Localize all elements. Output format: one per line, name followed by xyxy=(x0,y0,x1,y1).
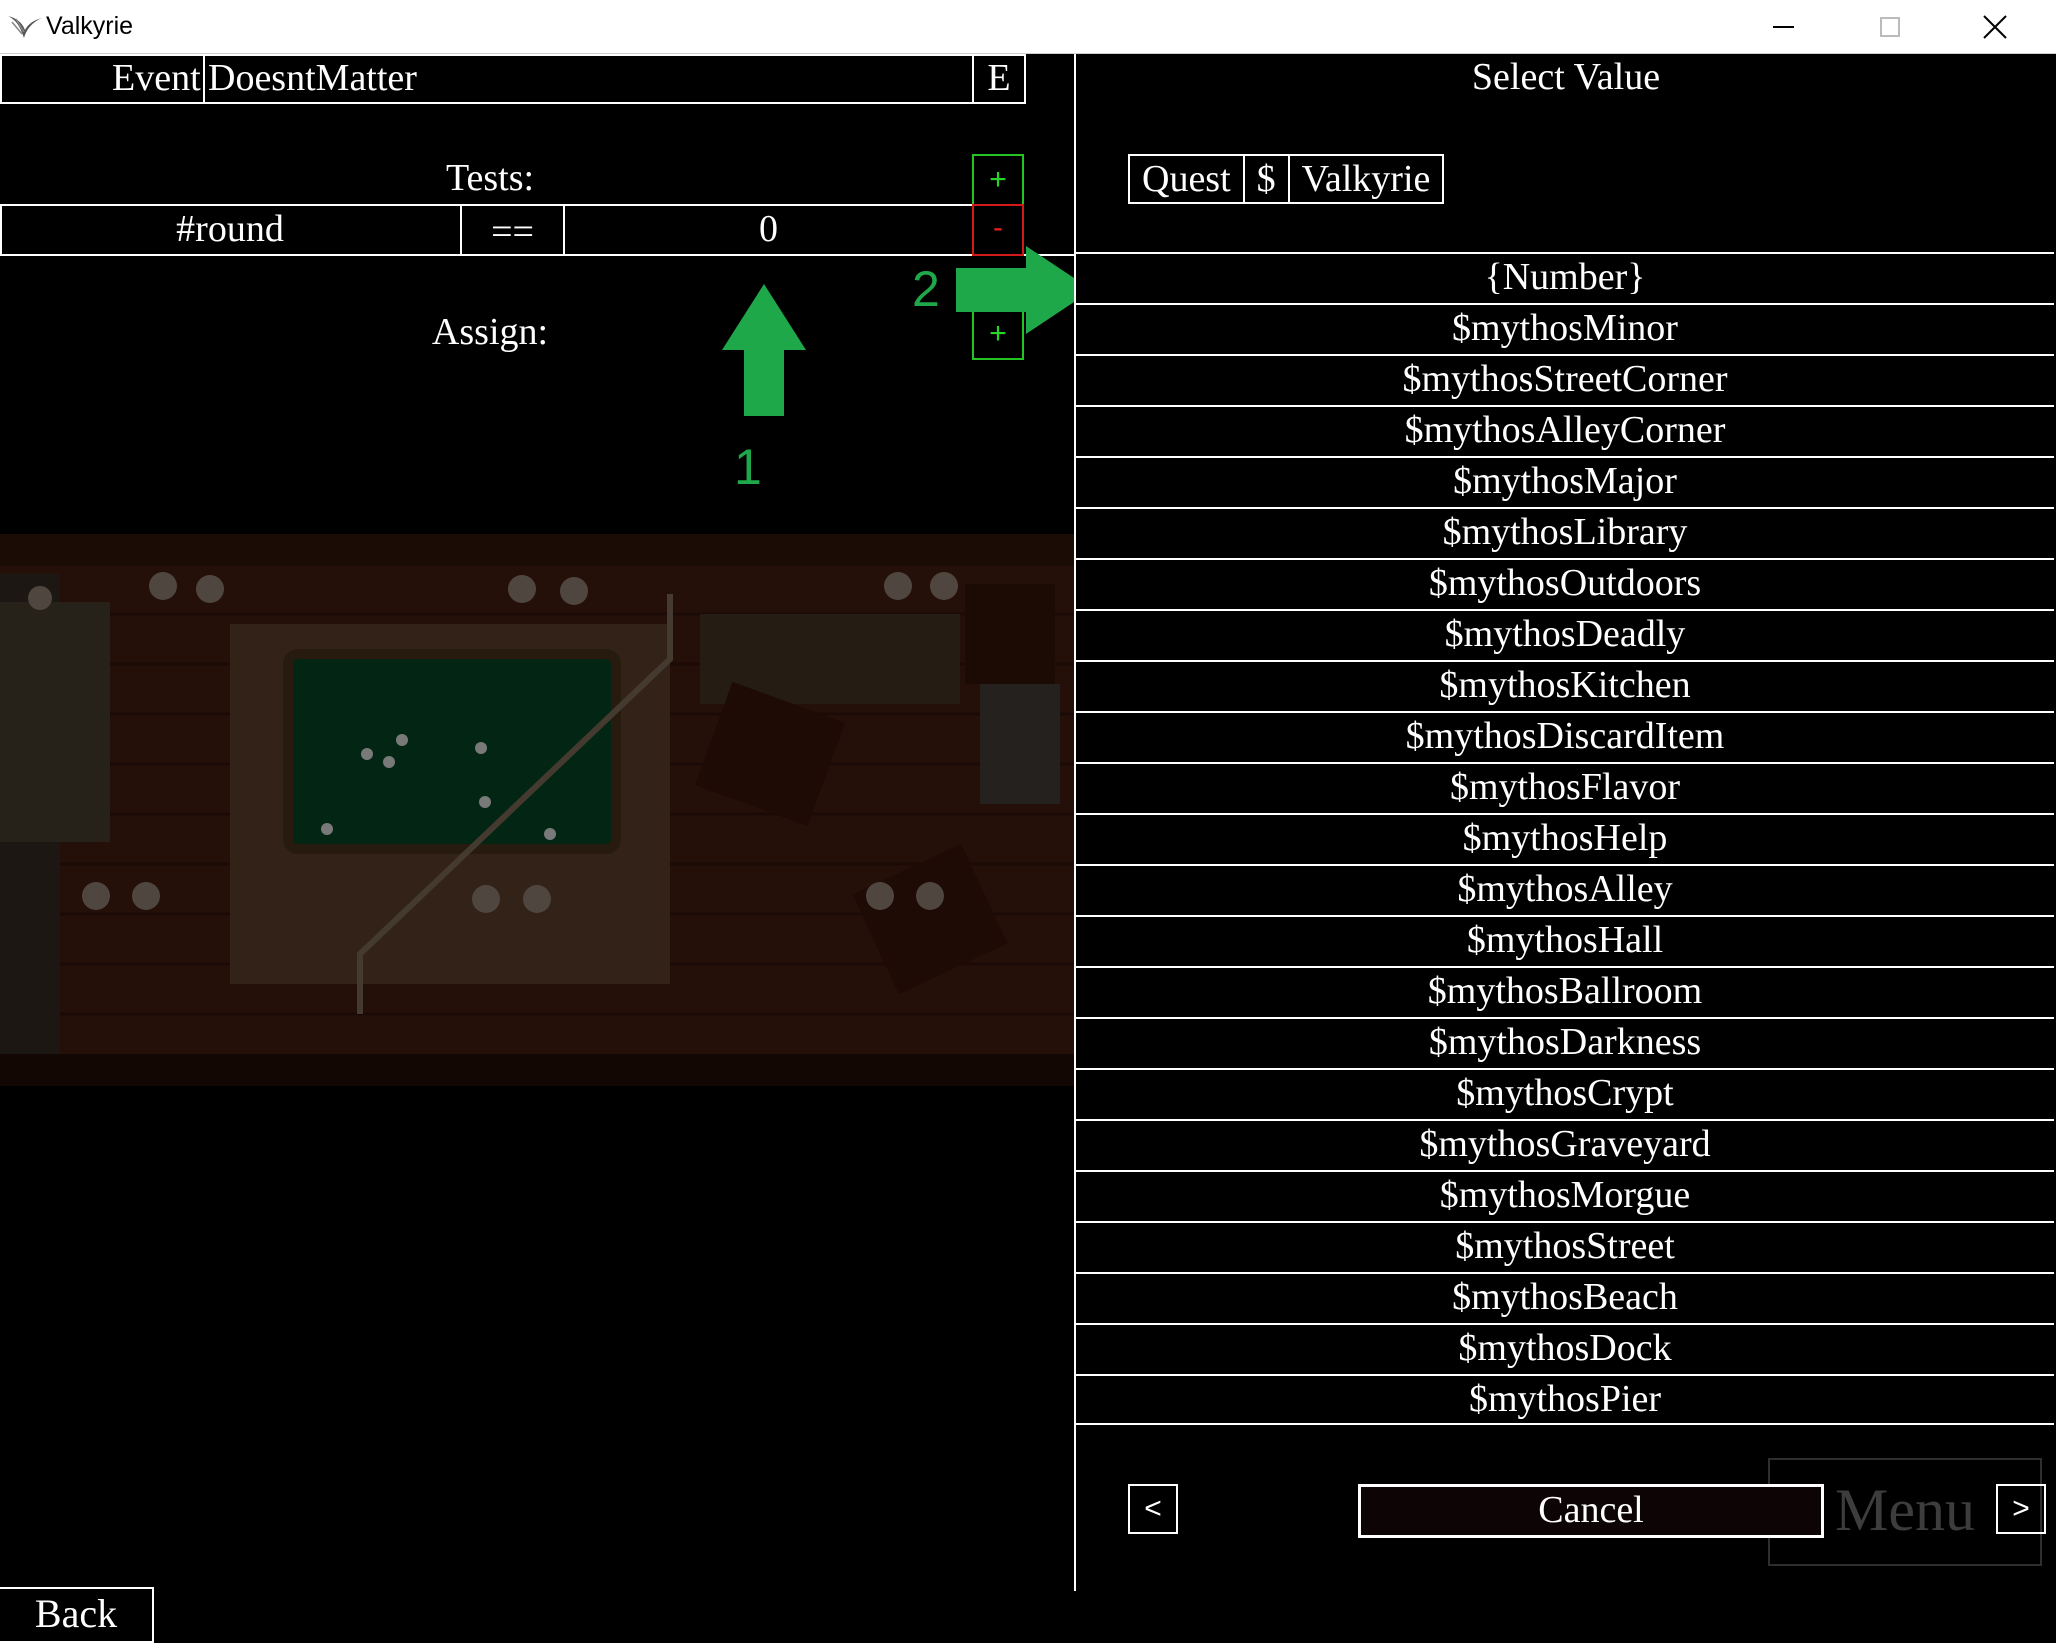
valkyrie-wings-icon xyxy=(8,16,42,38)
list-item[interactable]: $mythosStreetCorner xyxy=(1076,354,2054,405)
list-item[interactable]: $mythosBallroom xyxy=(1076,966,2054,1017)
minimize-icon xyxy=(1773,26,1794,28)
maximize-button[interactable] xyxy=(1845,0,1935,53)
next-page-button[interactable]: > xyxy=(1996,1484,2046,1534)
tab-quest[interactable]: Quest xyxy=(1128,154,1245,204)
test-value-field[interactable]: 0 xyxy=(565,204,972,254)
event-label: Event xyxy=(112,57,201,99)
value-list: {Number} $mythosMinor $mythosStreetCorne… xyxy=(1076,252,2054,1425)
event-name-field[interactable]: DoesntMatter xyxy=(208,54,968,102)
close-icon xyxy=(1983,15,2007,39)
event-editor-panel: Event DoesntMatter E Tests: + #round == … xyxy=(0,54,1092,1643)
window-title: Valkyrie xyxy=(46,12,134,40)
annotation-label-2: 2 xyxy=(912,261,940,317)
list-item[interactable]: $mythosDarkness xyxy=(1076,1017,2054,1068)
list-item[interactable]: $mythosCrypt xyxy=(1076,1068,2054,1119)
divider xyxy=(1024,54,1026,104)
list-item[interactable]: $mythosKitchen xyxy=(1076,660,2054,711)
list-item[interactable]: $mythosBeach xyxy=(1076,1272,2054,1323)
list-item[interactable]: $mythosMorgue xyxy=(1076,1170,2054,1221)
list-item[interactable]: $mythosPier xyxy=(1076,1374,2054,1425)
list-item[interactable]: $mythosFlavor xyxy=(1076,762,2054,813)
select-value-panel: Select Value Quest $ Valkyrie {Number} $… xyxy=(1074,54,2056,1591)
annotation-arrow-right-icon xyxy=(956,246,1092,334)
divider xyxy=(0,54,2,104)
list-item[interactable]: $mythosDock xyxy=(1076,1323,2054,1374)
list-item[interactable]: $mythosGraveyard xyxy=(1076,1119,2054,1170)
map-tile-image xyxy=(0,534,1074,1086)
list-item[interactable]: $mythosOutdoors xyxy=(1076,558,2054,609)
close-button[interactable] xyxy=(1950,0,2040,53)
divider xyxy=(0,102,1026,104)
list-item[interactable]: {Number} xyxy=(1076,252,2054,303)
list-item[interactable]: $mythosMajor xyxy=(1076,456,2054,507)
back-button[interactable]: Back xyxy=(0,1587,154,1643)
divider xyxy=(203,54,205,104)
cancel-button[interactable]: Cancel xyxy=(1358,1484,1824,1538)
list-item[interactable]: $mythosHall xyxy=(1076,915,2054,966)
list-item[interactable]: $mythosAlley xyxy=(1076,864,2054,915)
minimize-button[interactable] xyxy=(1740,0,1830,53)
annotation-label-1: 1 xyxy=(734,439,762,495)
prev-page-button[interactable]: < xyxy=(1128,1484,1178,1534)
list-item[interactable]: $mythosHelp xyxy=(1076,813,2054,864)
window-title-bar: Valkyrie xyxy=(0,0,2056,54)
list-item[interactable]: $mythosStreet xyxy=(1076,1221,2054,1272)
tests-label: Tests: xyxy=(445,157,535,199)
list-item[interactable]: $mythosMinor xyxy=(1076,303,2054,354)
list-item[interactable]: $mythosAlleyCorner xyxy=(1076,405,2054,456)
list-item[interactable]: $mythosDeadly xyxy=(1076,609,2054,660)
list-item[interactable]: $mythosDiscardItem xyxy=(1076,711,2054,762)
add-test-button[interactable]: + xyxy=(972,154,1024,206)
list-item[interactable]: $mythosLibrary xyxy=(1076,507,2054,558)
assign-label: Assign: xyxy=(431,311,549,353)
test-variable-field[interactable]: #round xyxy=(0,204,460,254)
maximize-icon xyxy=(1880,17,1900,37)
tab-valkyrie[interactable]: Valkyrie xyxy=(1287,154,1445,204)
panel-title: Select Value xyxy=(1471,56,1661,98)
tab-dollar[interactable]: $ xyxy=(1242,154,1290,204)
edit-button[interactable]: E xyxy=(974,54,1024,102)
scope-tabs: Quest $ Valkyrie xyxy=(1128,154,1445,204)
test-operator-field[interactable]: == xyxy=(462,204,563,260)
